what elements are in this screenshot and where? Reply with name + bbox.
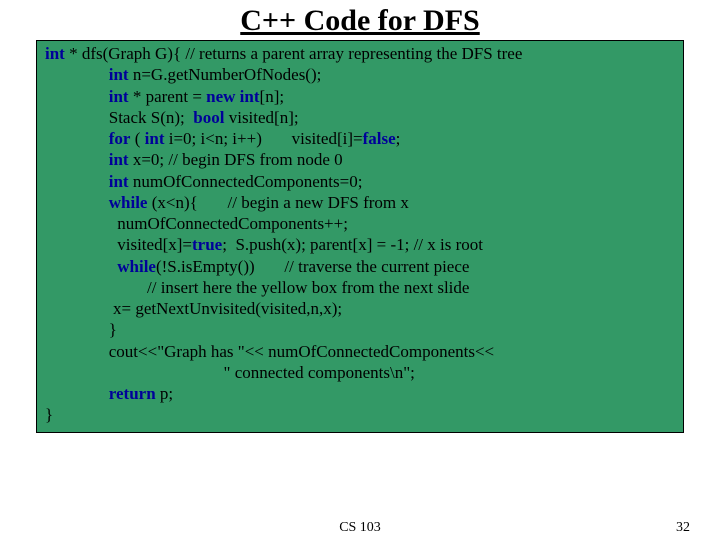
code-line: int * dfs(Graph G){ // returns a parent … <box>45 43 677 64</box>
code-text: " connected components\n"; <box>45 363 415 382</box>
code-text: } <box>45 320 117 339</box>
code-text: Stack S(n); <box>45 108 193 127</box>
code-line: return p; <box>45 383 677 404</box>
code-line: int n=G.getNumberOfNodes(); <box>45 64 677 85</box>
code-line: " connected components\n"; <box>45 362 677 383</box>
code-text: } <box>45 405 53 424</box>
keyword-return: return <box>45 384 156 403</box>
code-text: x= getNextUnvisited(visited,n,x); <box>45 299 342 318</box>
code-line: // insert here the yellow box from the n… <box>45 277 677 298</box>
code-text: visited[x]= <box>45 235 192 254</box>
code-text: i=0; i<n; i++) visited[i]= <box>164 129 362 148</box>
code-text: cout<<"Graph has "<< numOfConnectedCompo… <box>45 342 494 361</box>
keyword-while: while <box>45 257 156 276</box>
code-text: (x<n){ // begin a new DFS from x <box>147 193 408 212</box>
keyword-new-int: new int <box>206 87 259 106</box>
keyword-true: true <box>192 235 222 254</box>
code-text: x=0; // begin DFS from node 0 <box>129 150 343 169</box>
keyword-int: int <box>45 150 129 169</box>
code-text: (!S.isEmpty()) // traverse the current p… <box>156 257 469 276</box>
code-text: [n]; <box>260 87 285 106</box>
keyword-while: while <box>45 193 147 212</box>
code-text: visited[n]; <box>224 108 298 127</box>
keyword-int: int <box>45 87 129 106</box>
code-text: ( <box>130 129 144 148</box>
code-text: n=G.getNumberOfNodes(); <box>129 65 322 84</box>
code-text: // insert here the yellow box from the n… <box>45 278 469 297</box>
code-line: while (x<n){ // begin a new DFS from x <box>45 192 677 213</box>
keyword-int: int <box>145 129 165 148</box>
code-line: cout<<"Graph has "<< numOfConnectedCompo… <box>45 341 677 362</box>
code-line: Stack S(n); bool visited[n]; <box>45 107 677 128</box>
code-text: ; S.push(x); parent[x] = -1; // x is roo… <box>222 235 483 254</box>
keyword-bool: bool <box>193 108 224 127</box>
code-text: * parent = <box>129 87 207 106</box>
code-line: visited[x]=true; S.push(x); parent[x] = … <box>45 234 677 255</box>
keyword-for: for <box>45 129 130 148</box>
code-line: int x=0; // begin DFS from node 0 <box>45 149 677 170</box>
footer-course: CS 103 <box>0 520 720 536</box>
keyword-int: int <box>45 65 129 84</box>
code-text: * dfs(Graph G){ // returns a parent arra… <box>65 44 523 63</box>
page-title: C++ Code for DFS <box>0 4 720 38</box>
code-text: p; <box>156 384 173 403</box>
code-line: } <box>45 319 677 340</box>
code-line: } <box>45 404 677 425</box>
keyword-int: int <box>45 44 65 63</box>
code-line: int numOfConnectedComponents=0; <box>45 171 677 192</box>
code-line: for ( int i=0; i<n; i++) visited[i]=fals… <box>45 128 677 149</box>
code-line: numOfConnectedComponents++; <box>45 213 677 234</box>
code-line: x= getNextUnvisited(visited,n,x); <box>45 298 677 319</box>
code-line: int * parent = new int[n]; <box>45 86 677 107</box>
code-text: numOfConnectedComponents++; <box>45 214 348 233</box>
footer-page-number: 32 <box>676 520 690 536</box>
keyword-false: false <box>363 129 396 148</box>
code-block: int * dfs(Graph G){ // returns a parent … <box>36 40 684 433</box>
code-line: while(!S.isEmpty()) // traverse the curr… <box>45 256 677 277</box>
keyword-int: int <box>45 172 129 191</box>
code-text: numOfConnectedComponents=0; <box>129 172 363 191</box>
code-text: ; <box>396 129 401 148</box>
